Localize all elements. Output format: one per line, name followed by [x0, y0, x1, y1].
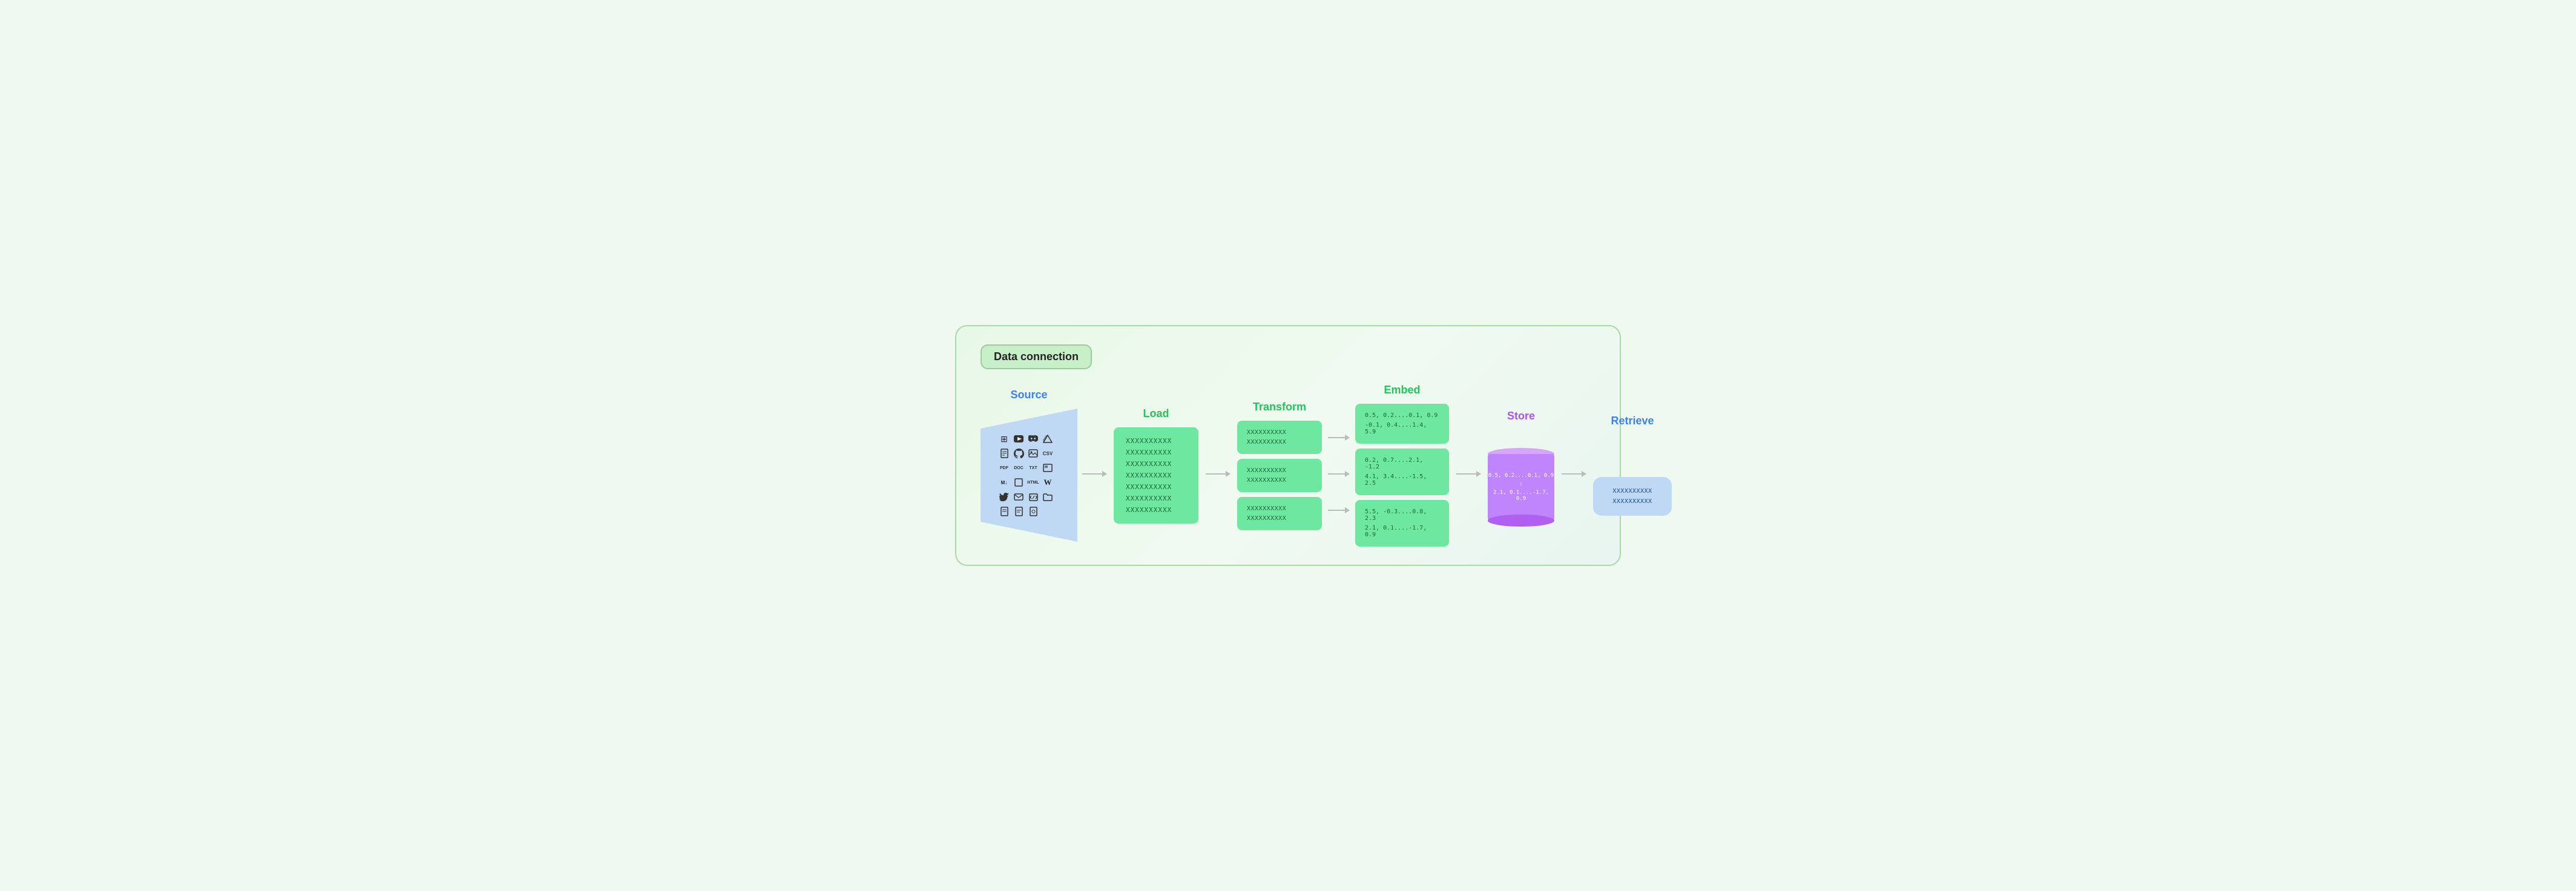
icon-markdown: M↓: [998, 476, 1010, 488]
store-row-3: 2.1, 0.1....-1.7, 0.9: [1488, 490, 1554, 502]
icon-csv: CSV: [1042, 447, 1054, 459]
icon-slack: ⊞: [998, 433, 1010, 445]
e1r2: -0.1, 0.4....1.4, 5.9: [1365, 422, 1439, 435]
retrieve-col: Retrieve XXXXXXXXXX XXXXXXXXXX: [1593, 415, 1672, 516]
e3r2: 2.1, 0.1....-1.7, 0.9: [1365, 525, 1439, 538]
retrieve-box: XXXXXXXXXX XXXXXXXXXX: [1593, 477, 1672, 516]
embed-box-1: 0.5, 0.2....0.1, 0.9 -0.1, 0.4....1.4, 5…: [1355, 404, 1449, 444]
e1r1: 0.5, 0.2....0.1, 0.9: [1365, 412, 1439, 419]
t3r1: XXXXXXXXXX: [1247, 505, 1312, 512]
e3r1: 5.5, -0.3....0.8, 2.3: [1365, 508, 1439, 522]
t1r2: XXXXXXXXXX: [1247, 439, 1312, 446]
t3r2: XXXXXXXXXX: [1247, 515, 1312, 522]
flow-wrapper: Source ⊞: [981, 384, 1595, 547]
icon-folder: [1042, 491, 1054, 503]
icon-doc2: DOC: [1013, 462, 1025, 474]
retrieve-label: Retrieve: [1611, 415, 1654, 427]
cylinder: 0.5, 0.2....0.1, 0.9 : 2.1, 0.1....-1.7,…: [1488, 454, 1554, 521]
arrow-t-e-2: [1328, 473, 1349, 475]
icon-drive: [1042, 433, 1054, 445]
store-col: Store 0.5, 0.2....0.1, 0.9 : 2.1, 0.1...…: [1488, 410, 1554, 521]
icon-email: [1013, 491, 1025, 503]
icon-code: [1027, 491, 1039, 503]
icon-box: [1013, 476, 1025, 488]
transform-boxes: XXXXXXXXXX XXXXXXXXXX XXXXXXXXXX XXXXXXX…: [1237, 421, 1322, 530]
arrow-source-load: [1077, 473, 1111, 475]
icon-html: HTML: [1027, 476, 1039, 488]
arrow-t-e-3: [1328, 510, 1349, 511]
load-label: Load: [1143, 407, 1169, 420]
cylinder-bottom: [1488, 515, 1554, 527]
retrieve-row-1: XXXXXXXXXX: [1612, 488, 1652, 495]
icon-pdf: PDF: [998, 462, 1010, 474]
e2r1: 0.2, 0.7....2.1, -1.2: [1365, 457, 1439, 470]
icon-ppt: [1042, 462, 1054, 474]
icon-doc1: [998, 447, 1010, 459]
cylinder-body: 0.5, 0.2....0.1, 0.9 : 2.1, 0.1....-1.7,…: [1488, 454, 1554, 521]
arrow-transform-embed: [1324, 413, 1353, 534]
e2r2: 4.1, 3.4....-1.5, 2.5: [1365, 473, 1439, 487]
icon-doc5: [1027, 505, 1039, 518]
icon-youtube: [1013, 433, 1025, 445]
diagram-container: Data connection Source ⊞: [955, 325, 1621, 566]
transform-box-1: XXXXXXXXXX XXXXXXXXXX: [1237, 421, 1322, 454]
store-row-1: 0.5, 0.2....0.1, 0.9: [1488, 473, 1554, 479]
load-row-6: XXXXXXXXXX: [1126, 495, 1186, 502]
transform-box-2: XXXXXXXXXX XXXXXXXXXX: [1237, 459, 1322, 492]
load-row-4: XXXXXXXXXX: [1126, 472, 1186, 479]
load-box: XXXXXXXXXX XXXXXXXXXX XXXXXXXXXX XXXXXXX…: [1114, 427, 1198, 524]
transform-box-3: XXXXXXXXXX XXXXXXXXXX: [1237, 497, 1322, 530]
t2r2: XXXXXXXXXX: [1247, 477, 1312, 484]
icon-image: [1027, 447, 1039, 459]
arrow-t-e-1: [1328, 437, 1349, 438]
source-shape: ⊞: [981, 409, 1077, 542]
store-label: Store: [1507, 410, 1535, 422]
icon-grid: ⊞: [998, 433, 1054, 518]
t1r1: XXXXXXXXXX: [1247, 429, 1312, 436]
embed-label: Embed: [1384, 384, 1420, 396]
load-col: Load XXXXXXXXXX XXXXXXXXXX XXXXXXXXXX XX…: [1114, 407, 1198, 524]
icon-doc3: [998, 505, 1010, 518]
arrow-load-transform: [1201, 473, 1235, 475]
load-row-7: XXXXXXXXXX: [1126, 506, 1186, 514]
transform-col: Transform XXXXXXXXXX XXXXXXXXXX XXXXXXXX…: [1237, 401, 1322, 530]
load-row-5: XXXXXXXXXX: [1126, 483, 1186, 491]
embed-col: Embed 0.5, 0.2....0.1, 0.9 -0.1, 0.4....…: [1355, 384, 1449, 547]
transform-label: Transform: [1253, 401, 1306, 413]
icon-discord: [1027, 433, 1039, 445]
embed-box-2: 0.2, 0.7....2.1, -1.2 4.1, 3.4....-1.5, …: [1355, 449, 1449, 495]
load-row-1: XXXXXXXXXX: [1126, 437, 1186, 445]
icon-github: [1013, 447, 1025, 459]
retrieve-row-2: XXXXXXXXXX: [1612, 498, 1652, 505]
title-badge: Data connection: [981, 344, 1092, 369]
source-label: Source: [1010, 389, 1047, 401]
embed-boxes: 0.5, 0.2....0.1, 0.9 -0.1, 0.4....1.4, 5…: [1355, 404, 1449, 547]
embed-box-3: 5.5, -0.3....0.8, 2.3 2.1, 0.1....-1.7, …: [1355, 500, 1449, 547]
load-row-3: XXXXXXXXXX: [1126, 460, 1186, 468]
diagram-title: Data connection: [994, 350, 1079, 363]
source-col: Source ⊞: [981, 389, 1077, 542]
icon-txt: TXT: [1027, 462, 1039, 474]
load-row-2: XXXXXXXXXX: [1126, 449, 1186, 456]
arrow-store-retrieve: [1557, 473, 1591, 475]
store-row-2: :: [1519, 481, 1522, 487]
icon-twitter: [998, 491, 1010, 503]
icon-doc4: [1013, 505, 1025, 518]
t2r1: XXXXXXXXXX: [1247, 467, 1312, 474]
arrow-embed-store: [1451, 473, 1485, 475]
icon-wikipedia: W: [1042, 476, 1054, 488]
